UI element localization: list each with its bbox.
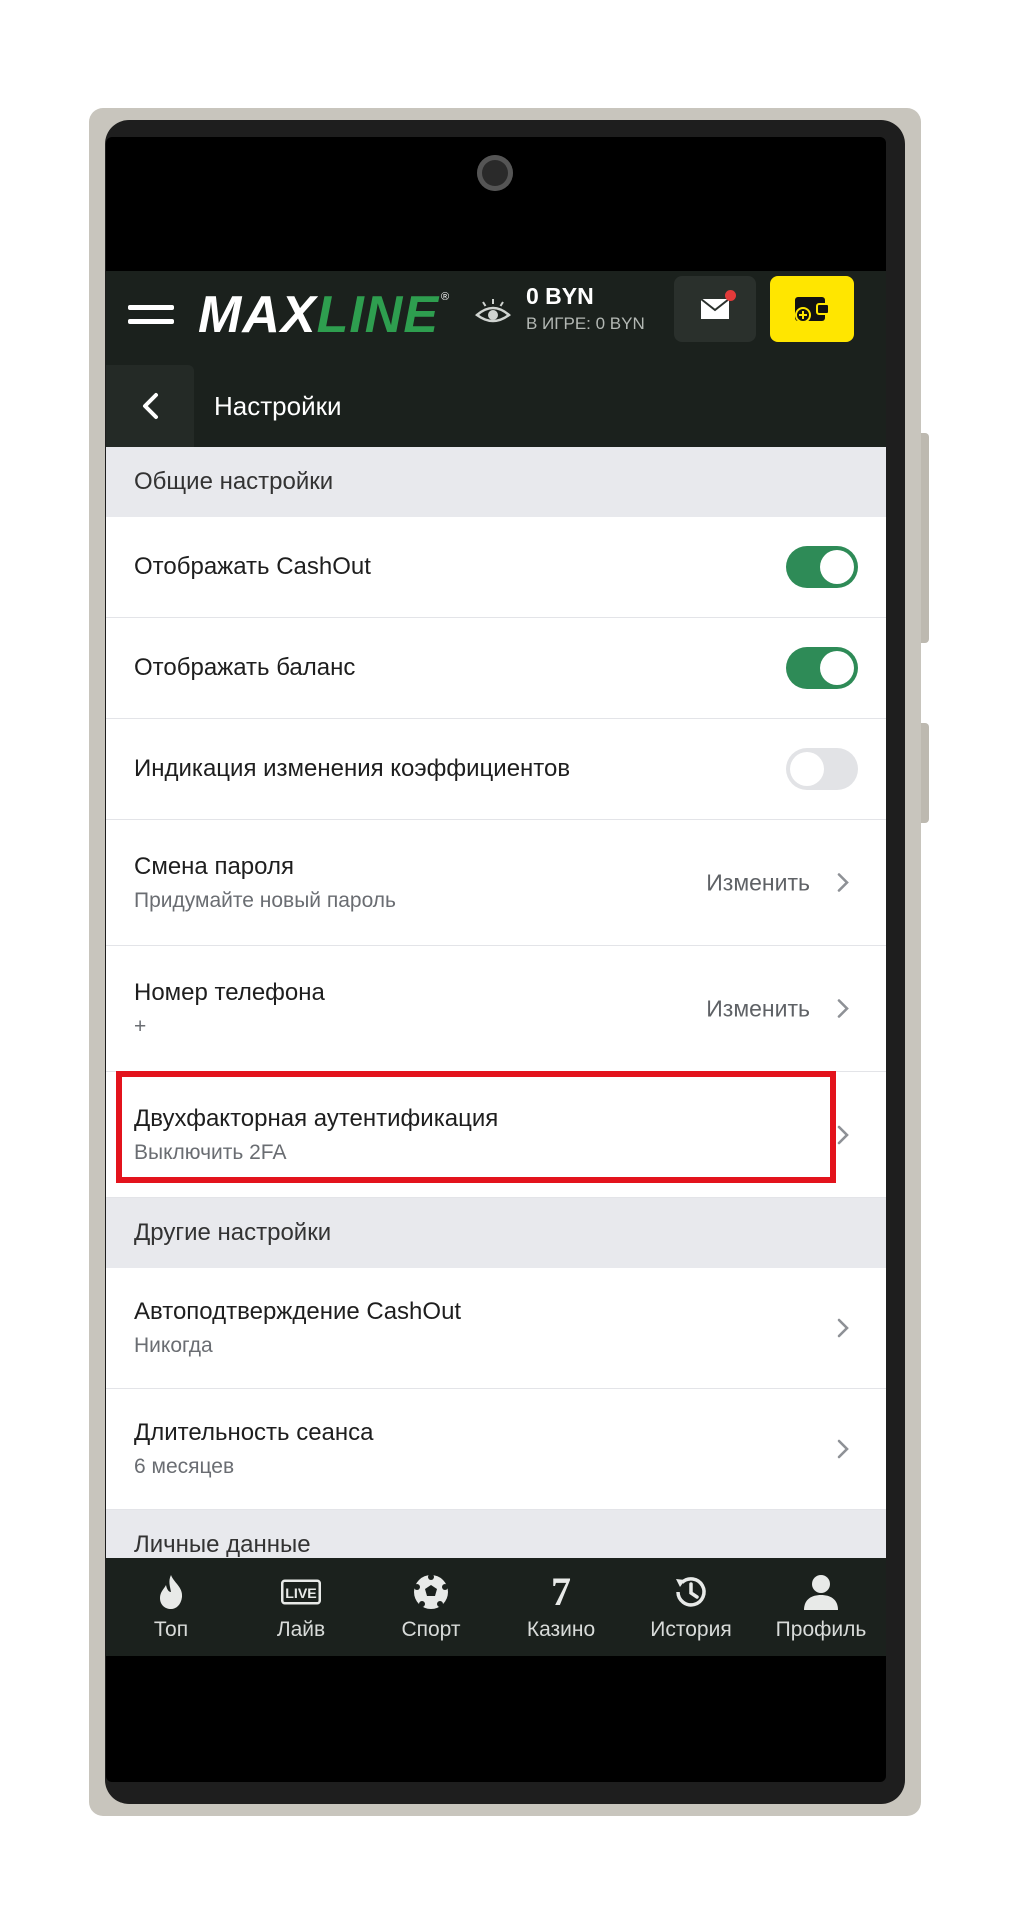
nav-history[interactable]: История <box>626 1558 756 1656</box>
envelope-icon <box>700 298 730 319</box>
nav-top-label: Топ <box>153 1618 189 1641</box>
soccer-ball-icon <box>411 1572 451 1612</box>
session-duration-value: 6 месяцев <box>134 1455 235 1478</box>
power-button <box>921 723 929 823</box>
svg-text:LIVE: LIVE <box>285 1586 316 1602</box>
cashout-display-row[interactable]: Отображать CashOut <box>106 517 886 618</box>
auto-cashout-value: Никогда <box>134 1334 213 1357</box>
seven-icon: 7 <box>551 1569 571 1614</box>
section-personal: Личные данные <box>106 1510 886 1558</box>
section-general: Общие настройки <box>106 447 886 517</box>
nav-live[interactable]: LIVE Лайв <box>236 1558 366 1656</box>
phone-number-row[interactable]: Номер телефона + Изменить <box>106 946 886 1072</box>
balance-display-label: Отображать баланс <box>134 654 356 681</box>
two-factor-auth-sub: Выключить 2FA <box>134 1140 287 1164</box>
logo-registered-mark: ® <box>441 291 450 303</box>
page-title: Настройки <box>214 391 342 421</box>
logo-max-text: MAX <box>198 286 317 344</box>
odds-indication-row[interactable]: Индикация изменения коэффициентов <box>106 719 886 820</box>
password-change-row[interactable]: Смена пароля Придумайте новый пароль Изм… <box>106 820 886 946</box>
nav-casino-label: Казино <box>526 1618 596 1641</box>
deposit-button[interactable] <box>770 276 854 342</box>
phone-screen: MAX LINE ® 0 BYN В ИГРЕ: 0 BYN Настройки… <box>106 137 886 1782</box>
nav-profile-label: Профиль <box>775 1618 867 1641</box>
flame-icon <box>151 1572 191 1612</box>
app-header: MAX LINE ® 0 BYN В ИГРЕ: 0 BYN Настройки <box>106 271 886 447</box>
phone-number-value: + <box>134 1014 147 1038</box>
chevron-right-icon <box>837 1439 849 1459</box>
wallet-plus-icon <box>795 297 830 323</box>
nav-history-label: История <box>650 1618 732 1641</box>
cashout-display-label: Отображать CashOut <box>134 553 371 580</box>
nav-profile[interactable]: Профиль <box>756 1558 886 1656</box>
nav-top[interactable]: Топ <box>106 1558 236 1656</box>
messages-button[interactable] <box>674 276 756 342</box>
phone-number-action[interactable]: Изменить <box>706 995 810 1022</box>
nav-sport-label: Спорт <box>401 1618 461 1641</box>
live-icon: LIVE <box>281 1572 321 1612</box>
cashout-display-toggle[interactable] <box>786 546 858 588</box>
user-icon <box>801 1572 841 1612</box>
balance-display[interactable]: 0 BYN В ИГРЕ: 0 BYN <box>526 283 645 334</box>
password-change-sub: Придумайте новый пароль <box>134 888 396 912</box>
history-clock-icon <box>671 1572 711 1612</box>
phone-number-label: Номер телефона <box>134 978 325 1006</box>
chevron-right-icon <box>837 1318 849 1338</box>
bottom-navigation: Топ LIVE Лайв Спорт 7 Казино История Про… <box>106 1558 886 1656</box>
in-game-amount: В ИГРЕ: 0 BYN <box>526 314 645 333</box>
chevron-right-icon <box>837 999 849 1018</box>
chevron-right-icon <box>837 873 849 892</box>
two-factor-auth-row[interactable]: Двухфакторная аутентификация Выключить 2… <box>106 1072 886 1198</box>
balance-display-toggle[interactable] <box>786 647 858 689</box>
chevron-left-icon <box>143 393 158 419</box>
balance-amount: 0 BYN <box>526 283 594 309</box>
password-change-action[interactable]: Изменить <box>706 869 810 896</box>
session-duration-label: Длительность сеанса <box>134 1419 374 1446</box>
password-change-label: Смена пароля <box>134 852 294 880</box>
maxline-logo[interactable]: MAX LINE ® <box>198 279 449 351</box>
back-button[interactable] <box>106 365 194 447</box>
section-other: Другие настройки <box>106 1198 886 1268</box>
logo-line-text: LINE <box>316 286 440 344</box>
auto-cashout-label: Автоподтверждение CashOut <box>134 1298 462 1325</box>
two-factor-auth-label: Двухфакторная аутентификация <box>134 1104 499 1132</box>
balance-display-row[interactable]: Отображать баланс <box>106 618 886 719</box>
odds-indication-toggle[interactable] <box>786 748 858 790</box>
auto-cashout-row[interactable]: Автоподтверждение CashOut Никогда <box>106 1268 886 1389</box>
nav-sport[interactable]: Спорт <box>366 1558 496 1656</box>
nav-casino[interactable]: 7 Казино <box>496 1558 626 1656</box>
nav-live-label: Лайв <box>276 1618 326 1641</box>
odds-indication-label: Индикация изменения коэффициентов <box>134 755 571 782</box>
menu-icon[interactable] <box>128 301 174 331</box>
settings-list: Общие настройки Отображать CashOut Отобр… <box>106 447 886 1558</box>
front-camera <box>477 155 513 191</box>
chevron-right-icon <box>837 1125 849 1144</box>
unread-badge <box>725 290 736 301</box>
eye-icon[interactable] <box>474 295 512 333</box>
session-duration-row[interactable]: Длительность сеанса 6 месяцев <box>106 1389 886 1510</box>
volume-button <box>921 433 929 643</box>
